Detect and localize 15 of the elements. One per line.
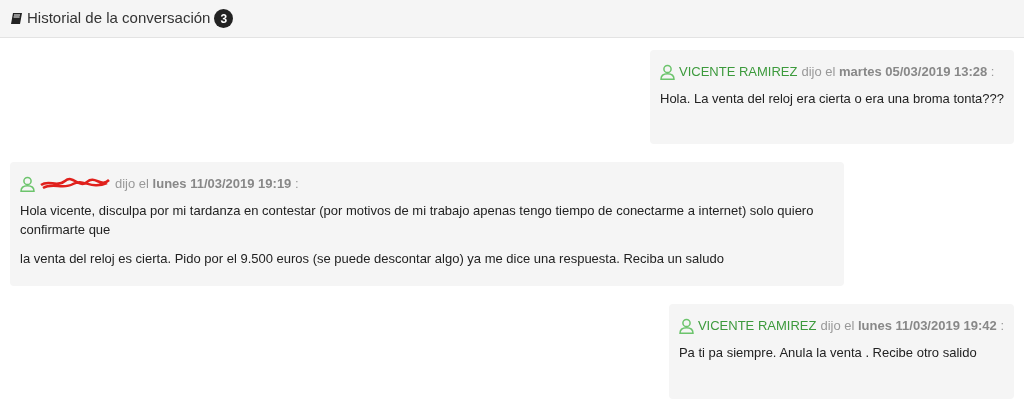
author-name: VICENTE RAMIREZ	[697, 317, 817, 336]
message-text: Hola. La venta del reloj era cierta o era una broma tonta???	[660, 89, 1004, 108]
count-badge: 3	[214, 9, 234, 28]
message-meta: dijo el martes 05/03/2019 13:28 :	[801, 63, 995, 81]
author-name: VICENTE RAMIREZ	[679, 63, 798, 81]
message-text: Pa ti pa siempre. Anula la venta . Recibe otro salido	[678, 343, 978, 362]
user-icon	[678, 318, 694, 335]
panel-title: Historial de la conversación	[27, 8, 211, 29]
message-text: la venta del reloj es cierta. Pido por el 9.500 euros (se puede descontar algo) ya me dice una respuesta. Reciba un saludo	[20, 249, 725, 268]
message-meta: dijo el lunes 11/03/2019 19:42 :	[820, 317, 1004, 336]
message-text: Hola vicente, disculpa por mi tardanza en contestar (por motivos de mi trabajo apenas tengo tiempo de conectarme a internet) solo quiero confirmarte que	[20, 201, 815, 239]
book-icon	[10, 12, 23, 25]
user-icon	[660, 63, 675, 80]
user-icon	[20, 176, 35, 193]
message-meta: dijo el lunes 11/03/2019 19:19 :	[115, 175, 299, 194]
